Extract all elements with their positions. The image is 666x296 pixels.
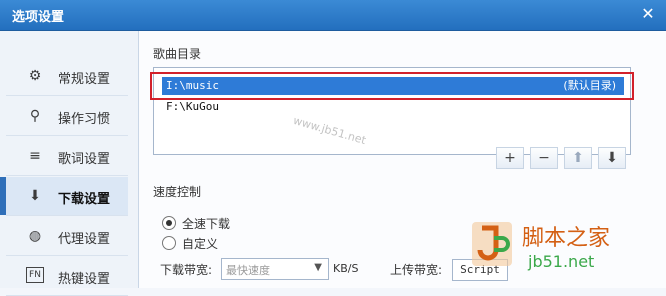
globe-icon: ◍	[28, 228, 42, 244]
logo-mark-icon	[472, 222, 512, 266]
sidebar-item-proxy[interactable]: ◍ 代理设置	[6, 217, 128, 256]
sidebar-item-hotkeys[interactable]: FN 热键设置	[6, 257, 128, 296]
sidebar-item-label: 歌词设置	[58, 152, 111, 167]
sidebar-item-label: 操作习惯	[58, 112, 111, 127]
move-up-button[interactable]: ⬆	[564, 147, 592, 169]
sidebar-item-habits[interactable]: ⚲ 操作习惯	[6, 97, 128, 136]
sidebar-item-label: 常规设置	[58, 72, 111, 87]
full-speed-label: 全速下载	[182, 217, 231, 231]
sidebar-item-label: 热键设置	[58, 272, 111, 287]
lyrics-icon: ≡	[29, 148, 41, 164]
selection-highlight-box	[150, 72, 634, 100]
options-dialog: 选项设置 ✕ ⚙ 常规设置 ⚲ 操作习惯 ≡ 歌词设置 ⬇ 下载设置 ◍ 代理设…	[0, 0, 666, 296]
sidebar-item-lyrics[interactable]: ≡ 歌词设置	[6, 137, 128, 176]
sidebar-item-label: 代理设置	[58, 232, 111, 247]
list-item[interactable]: F:\KuGou	[162, 98, 624, 116]
dir-path: F:\KuGou	[166, 100, 219, 113]
full-speed-radio[interactable]	[162, 216, 176, 230]
download-bandwidth-select[interactable]: 最快速度 ▼	[221, 258, 329, 280]
pin-icon: ⚲	[29, 108, 41, 124]
music-dir-title: 歌曲目录	[153, 47, 202, 61]
close-button[interactable]: ✕	[638, 4, 658, 24]
gear-icon: ⚙	[28, 68, 42, 84]
site-logo: 脚本之家 jb51.net	[468, 214, 658, 278]
sidebar-item-download[interactable]: ⬇ 下载设置	[0, 177, 128, 216]
upload-bandwidth-label: 上传带宽:	[390, 263, 443, 277]
custom-speed-radio[interactable]	[162, 236, 176, 250]
window-title: 选项设置	[12, 10, 65, 25]
move-down-button[interactable]: ⬇	[598, 147, 626, 169]
chevron-down-icon: ▼	[314, 262, 322, 273]
logo-english-text: jb51.net	[528, 252, 595, 271]
custom-speed-label: 自定义	[182, 237, 219, 251]
download-bandwidth-label: 下载带宽:	[160, 263, 213, 277]
settings-sidebar: ⚙ 常规设置 ⚲ 操作习惯 ≡ 歌词设置 ⬇ 下载设置 ◍ 代理设置 FN 热键…	[0, 31, 139, 296]
download-bandwidth-value: 最快速度	[226, 264, 270, 277]
sidebar-item-label: 下载设置	[58, 192, 111, 207]
hotkey-icon: FN	[26, 267, 44, 283]
remove-button[interactable]: −	[530, 147, 558, 169]
add-button[interactable]: +	[496, 147, 524, 169]
logo-chinese-text: 脚本之家	[522, 226, 611, 251]
download-unit: KB/S	[333, 262, 359, 275]
title-bar: 选项设置 ✕	[0, 0, 666, 31]
sidebar-item-general[interactable]: ⚙ 常规设置	[6, 57, 128, 96]
download-icon: ⬇	[29, 188, 41, 204]
speed-control-title: 速度控制	[153, 185, 202, 199]
